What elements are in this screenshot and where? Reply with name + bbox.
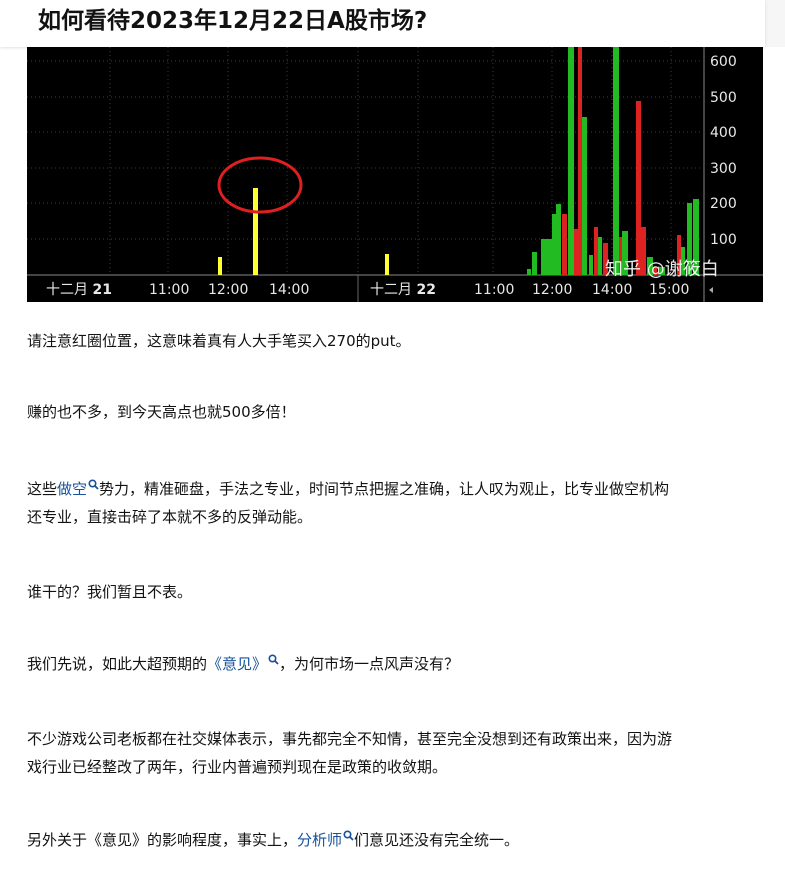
volume-bar: [218, 257, 222, 275]
paragraph-text: 这些: [27, 480, 58, 498]
y-tick-label: 200: [710, 196, 737, 212]
keyword-link-analyst[interactable]: 分析师: [297, 831, 342, 849]
paragraph: 不少游戏公司老板都在社交媒体表示，事先都完全不知情，甚至完全没想到还有政策出来，…: [27, 725, 757, 781]
search-icon[interactable]: [268, 654, 279, 665]
x-axis-label: 15:00: [649, 282, 689, 298]
paragraph-text: ，为何市场一点风声没有？: [279, 655, 460, 673]
paragraph-text: 另外关于《意见》的影响程度，事实上，: [27, 831, 298, 849]
y-tick-label: 100: [710, 232, 737, 248]
x-axis-label: 14:00: [592, 282, 632, 298]
search-icon[interactable]: [88, 479, 99, 490]
search-icon[interactable]: [343, 830, 354, 841]
paragraph: 请注意红圈位置，这意味着真有人大手笔买入270的put。: [27, 332, 411, 350]
paragraph: 这些做空 势力，精准砸盘，手法之专业，时间节点把握之准确，让人叹为观止，比专业做空…: [27, 475, 757, 531]
x-axis-label: 12:00: [208, 282, 248, 298]
keyword-link-opinion[interactable]: 《意见》: [207, 655, 267, 673]
x-axis-label: 14:00: [269, 282, 309, 298]
paragraph-text: 不少游戏公司老板都在社交媒体表示，事先都完全不知情，甚至完全没想到还有政策出来，…: [27, 730, 673, 748]
paragraph: 谁干的？我们暂且不表。: [27, 583, 193, 601]
paragraph-text: 还专业，直接击碎了本就不多的反弹动能。: [27, 508, 313, 526]
y-tick-label: 500: [710, 90, 737, 106]
question-header: 如何看待2023年12月22日A股市场?: [0, 0, 765, 47]
y-tick-label: 600: [710, 54, 737, 70]
page: 如何看待2023年12月22日A股市场? 600 500 400 300 200…: [0, 0, 785, 880]
volume-bar: [385, 254, 389, 275]
y-tick-label: 300: [710, 161, 737, 177]
watermark: 知乎 @谢筱白: [605, 259, 719, 280]
options-volume-chart: 600 500 400 300 200 100 十二月 21 11:00 12:…: [27, 47, 763, 302]
x-axis-label-day22: 十二月 22: [370, 282, 436, 298]
paragraph-text: 戏行业已经整改了两年，行业内普遍预判现在是政策的收敛期。: [27, 758, 448, 776]
x-axis-label: 12:00: [532, 282, 572, 298]
x-axis-label: 11:00: [474, 282, 514, 298]
paragraph-text: 们意见还没有完全统一。: [354, 831, 520, 849]
x-axis-label-day21: 十二月 21: [46, 282, 112, 298]
paragraph-text: 势力，精准砸盘，手法之专业，时间节点把握之准确，让人叹为观止，比专业做空机构: [99, 480, 670, 498]
y-tick-label: 400: [710, 125, 737, 141]
volume-bar: [253, 188, 258, 275]
paragraph-text: 我们先说，如此大超预期的: [27, 655, 208, 673]
question-title[interactable]: 如何看待2023年12月22日A股市场?: [38, 5, 427, 37]
paragraph: 赚的也不多，到今天高点也就500多倍！: [27, 403, 296, 421]
paragraph: 另外关于《意见》的影响程度，事实上，分析师 们意见还没有完全统一。: [27, 826, 757, 854]
chart-svg: 600 500 400 300 200 100 十二月 21 11:00 12:…: [27, 47, 763, 302]
x-axis-label: 11:00: [149, 282, 189, 298]
keyword-link-short[interactable]: 做空: [57, 480, 87, 498]
paragraph: 我们先说，如此大超预期的《意见》 ，为何市场一点风声没有？: [27, 650, 757, 678]
